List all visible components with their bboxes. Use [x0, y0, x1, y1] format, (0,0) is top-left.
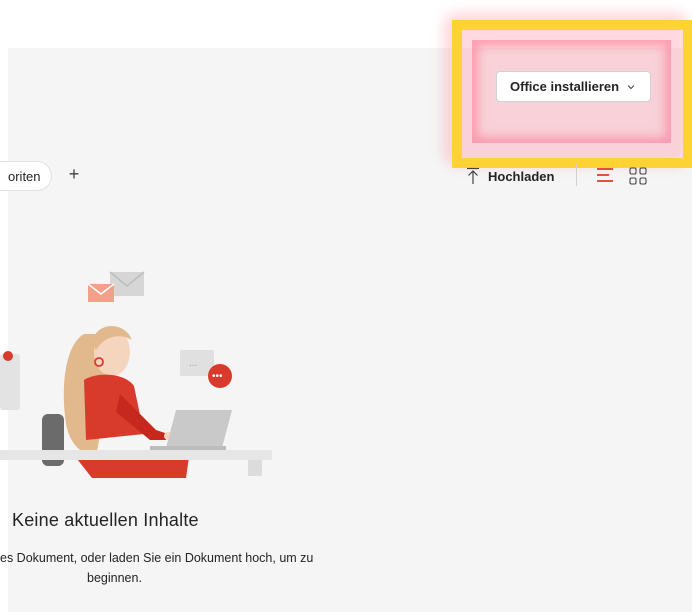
list-view-icon[interactable]: [596, 167, 614, 183]
toolbar-divider: [576, 164, 577, 186]
install-office-label: Office installieren: [510, 79, 620, 94]
svg-text:...: ...: [189, 358, 197, 369]
upload-arrow-icon: [467, 167, 479, 184]
empty-state-illustration: ... •••: [0, 271, 272, 478]
upload-label: Hochladen: [488, 168, 555, 184]
install-office-button[interactable]: Office installieren: [496, 71, 651, 102]
upload-button[interactable]: Hochladen: [466, 165, 554, 187]
grid-view-icon[interactable]: [629, 167, 647, 185]
empty-state-description-line1: es Dokument, oder laden Sie ein Dokument…: [0, 551, 314, 565]
chevron-down-icon: [627, 84, 635, 89]
svg-text:•••: •••: [212, 371, 223, 382]
tab-favorites[interactable]: oriten: [0, 161, 52, 191]
empty-state-description-line2: beginnen.: [87, 571, 142, 585]
tab-favorites-label: oriten: [8, 168, 41, 184]
empty-state-title: Keine aktuellen Inhalte: [12, 510, 199, 530]
add-tab-button[interactable]: +: [66, 165, 82, 183]
